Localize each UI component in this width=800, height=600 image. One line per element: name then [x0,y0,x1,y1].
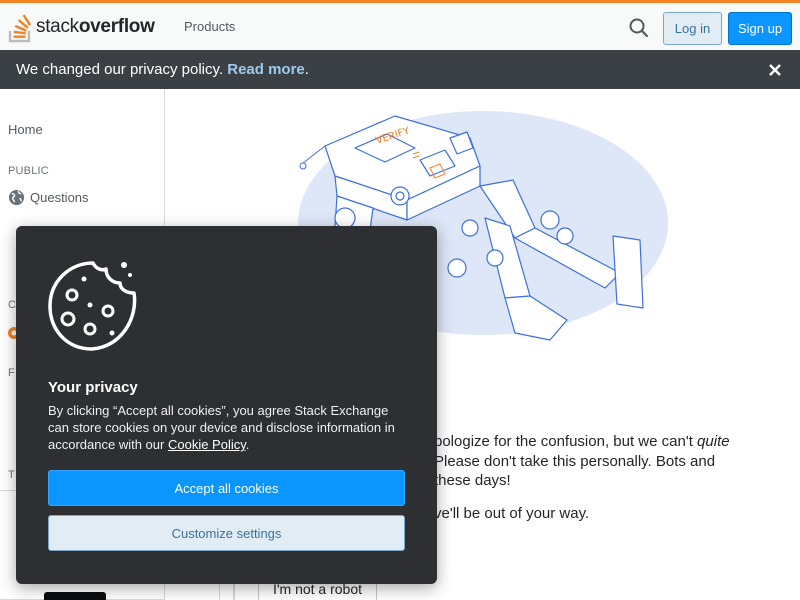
cookie-consent-dialog: Your privacy By clicking “Accept all coo… [16,226,437,584]
sidebar-item-label: Questions [30,190,89,205]
accept-all-cookies-button[interactable]: Accept all cookies [48,470,405,506]
stackoverflow-logo[interactable]: stackoverflow [8,10,155,44]
globe-icon [8,189,25,206]
sidebar-item-questions[interactable]: Questions [8,189,89,206]
cookie-policy-link[interactable]: Cookie Policy [168,437,246,452]
logo-icon [8,14,32,43]
cookie-dialog-title: Your privacy [48,379,138,396]
privacy-notice-bar: We changed our privacy policy. Read more… [0,50,800,89]
logo-text: stackoverflow [36,16,155,37]
background-card-button[interactable] [44,592,106,600]
top-bar: stackoverflow Products Log in Sign up [0,0,800,50]
explanation-text: pologize for the confusion, but we can't… [434,433,730,489]
instruction-text: ve'll be out of your way. [434,505,590,522]
customize-settings-button[interactable]: Customize settings [48,515,405,551]
search-icon[interactable] [627,16,651,40]
sidebar-section-fragment: T [8,469,15,481]
sidebar-section-public: PUBLIC [8,165,49,177]
sidebar-section-fragment: F [8,367,15,379]
products-menu[interactable]: Products [184,19,235,34]
cookie-icon [48,261,137,351]
login-button[interactable]: Log in [663,12,722,45]
notice-text: We changed our privacy policy. Read more… [16,61,309,78]
read-more-link[interactable]: Read more [227,61,305,78]
signup-button[interactable]: Sign up [728,12,792,45]
sidebar-item-home[interactable]: Home [8,122,43,137]
sidebar-section-fragment: C [8,299,16,311]
close-icon[interactable] [764,59,786,81]
cookie-dialog-body: By clicking “Accept all cookies”, you ag… [48,403,395,452]
